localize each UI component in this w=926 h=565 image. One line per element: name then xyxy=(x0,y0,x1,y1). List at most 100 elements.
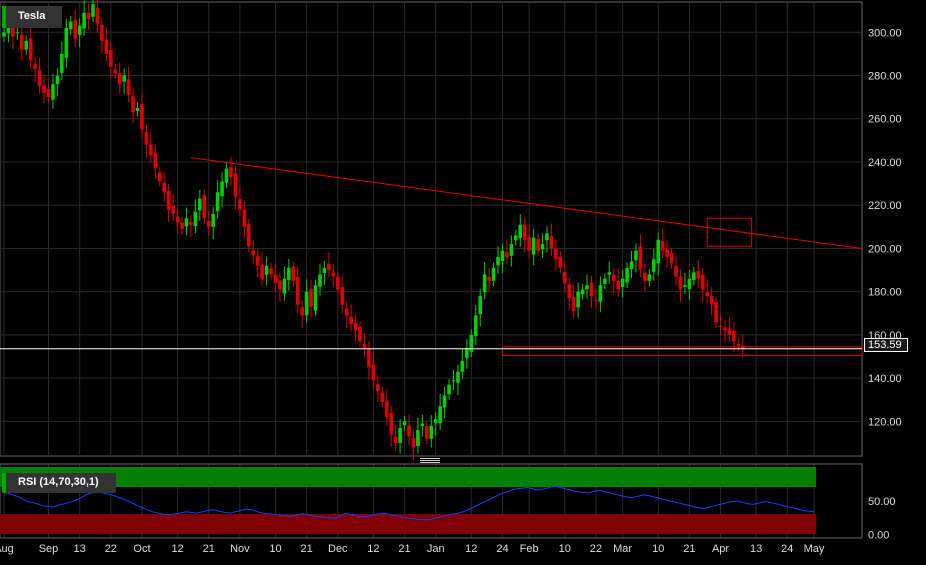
candle-body xyxy=(576,291,580,308)
candle-body xyxy=(625,267,629,283)
candle-body xyxy=(598,285,603,302)
candle-body xyxy=(589,282,594,297)
x-tick-label: 10 xyxy=(652,543,664,555)
candle-body xyxy=(607,272,612,275)
candle-body xyxy=(353,322,358,331)
candle-body xyxy=(117,73,122,85)
x-tick-label: 21 xyxy=(398,543,410,555)
candle-body xyxy=(634,250,638,261)
candle-body xyxy=(540,244,545,250)
candle-body xyxy=(166,190,171,210)
candle-body xyxy=(104,39,109,54)
candle-body xyxy=(100,24,104,41)
stock-chart: 120.00140.00160.00180.00200.00220.00240.… xyxy=(0,0,902,555)
candle-body xyxy=(571,296,576,312)
x-tick-label: 21 xyxy=(203,543,215,555)
candle-body xyxy=(198,198,202,211)
x-tick-label: 21 xyxy=(301,543,313,555)
candle-body xyxy=(335,276,340,290)
candle-body xyxy=(429,425,434,439)
candle-body xyxy=(300,307,304,316)
x-tick-label: 10 xyxy=(559,543,571,555)
x-tick-label: 12 xyxy=(465,543,477,555)
candle-body xyxy=(149,144,153,156)
candle-body xyxy=(242,209,247,227)
candle-body xyxy=(131,96,135,113)
x-tick-label: Nov xyxy=(230,543,250,555)
candle-body xyxy=(447,384,451,395)
candle-body xyxy=(189,222,193,225)
candle-body xyxy=(545,233,549,241)
candle-body xyxy=(562,271,567,284)
candle-body xyxy=(402,421,407,426)
y-tick-label: 300.00 xyxy=(868,27,902,39)
symbol-tag[interactable]: Tesla xyxy=(2,6,62,28)
candle-body xyxy=(2,32,6,37)
candle-body xyxy=(269,268,273,275)
x-tick-label: Dec xyxy=(328,543,348,555)
candle-body xyxy=(478,296,483,315)
candle-body xyxy=(313,285,318,311)
candle-body xyxy=(376,384,380,392)
candle-body xyxy=(674,266,678,277)
candle-body xyxy=(660,241,665,251)
candle-body xyxy=(665,249,669,258)
candle-body xyxy=(500,250,505,261)
candle-body xyxy=(28,38,33,61)
candle-body xyxy=(420,423,425,427)
x-tick-label: 24 xyxy=(496,543,508,555)
y-tick-label: 140.00 xyxy=(868,373,902,385)
x-tick-label: 22 xyxy=(105,543,117,555)
candle-body xyxy=(157,172,162,182)
rsi-oversold-zone xyxy=(0,514,816,534)
x-tick-label: Jan xyxy=(427,543,445,555)
candle-body xyxy=(24,40,29,50)
x-tick-label: Mar xyxy=(613,543,632,555)
candle-body xyxy=(585,285,589,290)
candle-body xyxy=(736,344,741,346)
candle-body xyxy=(518,224,523,239)
candle-body xyxy=(260,264,264,279)
candle-body xyxy=(389,413,393,435)
pane-resize-handle[interactable] xyxy=(420,458,440,464)
y-tick-label: 200.00 xyxy=(868,243,902,255)
candle-body xyxy=(416,430,420,447)
candle-body xyxy=(64,27,69,58)
candle-body xyxy=(282,278,287,294)
candle-body xyxy=(122,75,126,82)
candle-body xyxy=(558,256,563,268)
candle-body xyxy=(393,436,398,444)
candle-body xyxy=(278,280,282,290)
candle-body xyxy=(700,274,705,290)
x-tick-label: 22 xyxy=(590,543,602,555)
candle-body xyxy=(86,12,91,20)
candle-body xyxy=(460,360,465,372)
candle-body xyxy=(473,315,478,337)
candle-body xyxy=(180,222,184,229)
candle-body xyxy=(567,284,572,299)
candle-body xyxy=(15,32,20,34)
candle-body xyxy=(126,79,131,95)
candle-body xyxy=(362,344,367,348)
candle-body xyxy=(287,267,291,281)
x-tick-label: Aug xyxy=(0,543,14,555)
candle-body xyxy=(438,406,442,424)
candle-body xyxy=(51,84,55,100)
y-tick-label: 280.00 xyxy=(868,71,902,83)
candle-body xyxy=(411,437,416,448)
candle-body xyxy=(295,276,300,305)
candle-body xyxy=(643,272,647,281)
candle-body xyxy=(82,12,86,29)
candle-body xyxy=(113,69,118,74)
candle-body xyxy=(215,192,220,212)
rsi-indicator-tag[interactable]: RSI (14,70,30,1) xyxy=(2,473,116,493)
candle-body xyxy=(255,256,260,266)
rsi-y-tick-label: 50.00 xyxy=(868,496,896,508)
candle-body xyxy=(522,224,527,240)
candle-body xyxy=(68,21,73,30)
last-price-tag: 153.59 xyxy=(864,338,908,352)
candle-body xyxy=(184,218,189,227)
candle-body xyxy=(491,267,496,281)
candle-body xyxy=(91,4,95,17)
candle-body xyxy=(60,53,64,73)
